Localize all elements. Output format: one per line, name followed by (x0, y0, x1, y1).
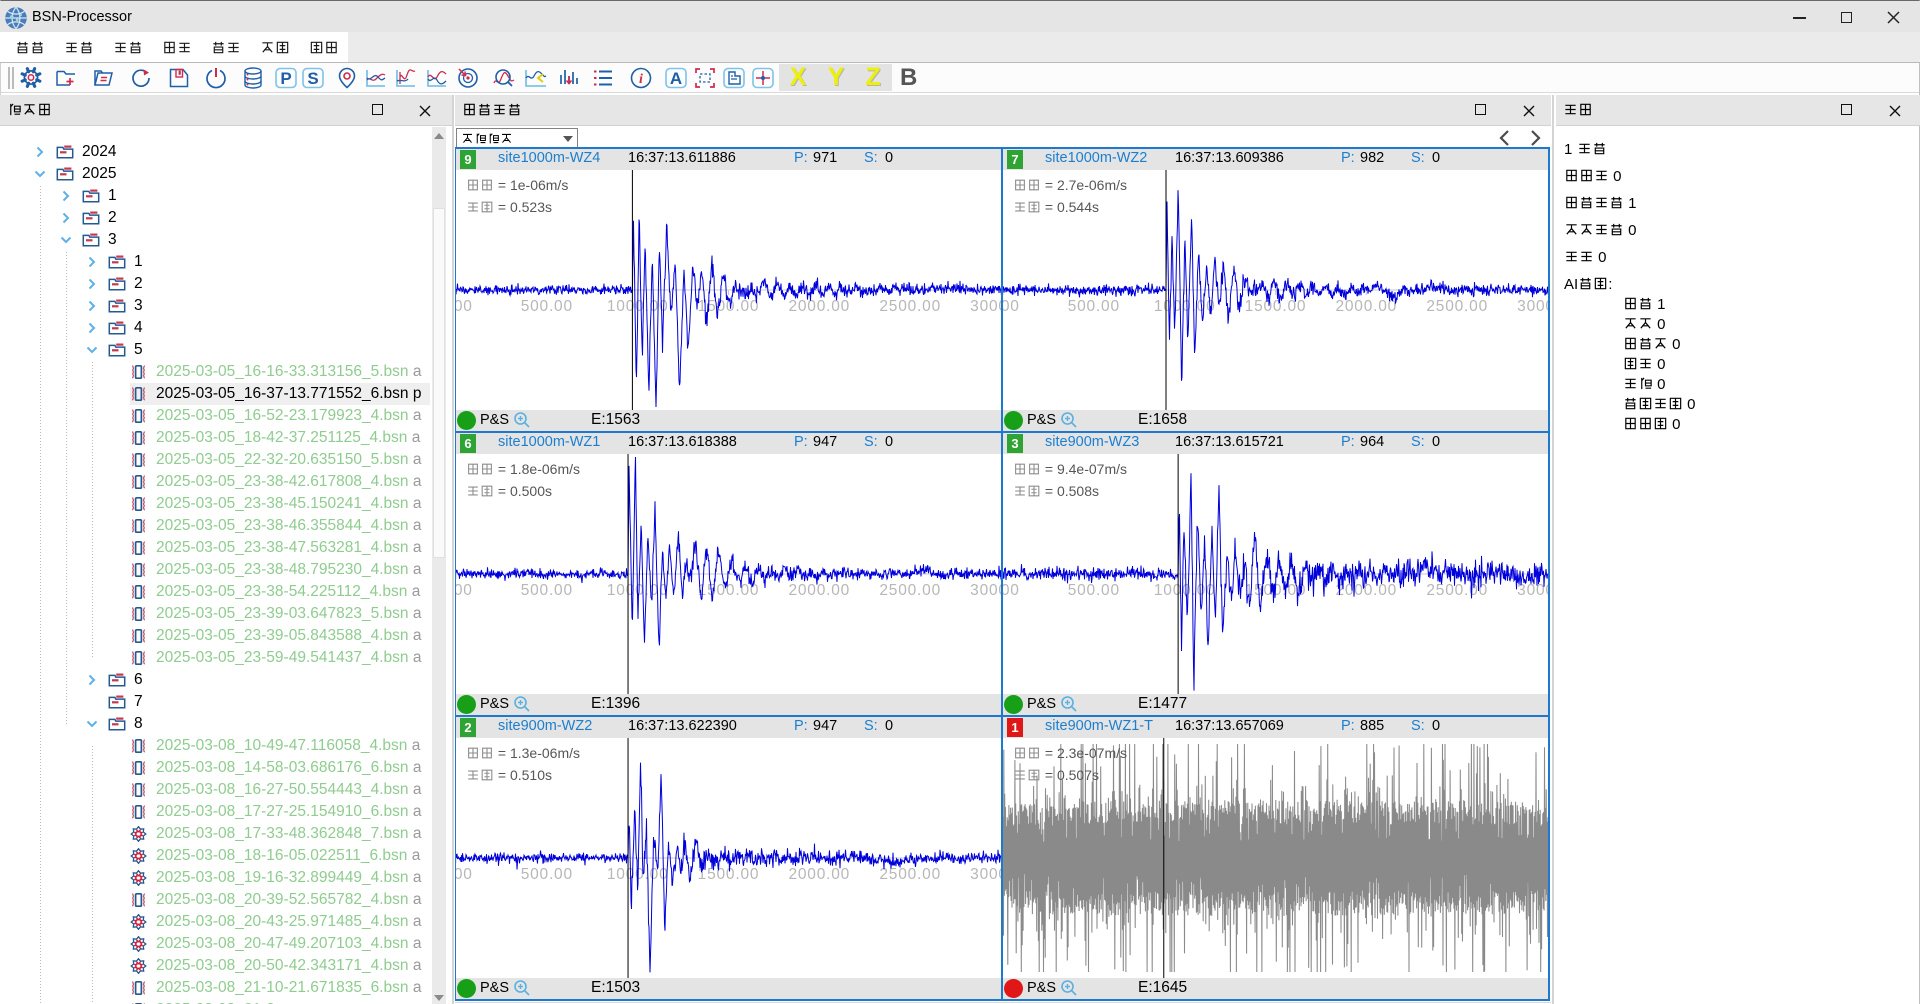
svg-text:0.00: 0.00 (456, 866, 473, 883)
svg-text:500.00: 500.00 (521, 582, 573, 599)
svg-text:3000.00: 3000.00 (1517, 582, 1548, 599)
svg-text:2000.00: 2000.00 (788, 866, 850, 883)
svg-text:3000.00: 3000.00 (1517, 298, 1548, 315)
svg-text:2000.00: 2000.00 (1335, 298, 1397, 315)
svg-text:2000.00: 2000.00 (788, 298, 850, 315)
svg-text:2500.00: 2500.00 (879, 582, 941, 599)
svg-text:1000.00: 1000.00 (1154, 298, 1216, 315)
svg-text:2000.00: 2000.00 (788, 582, 850, 599)
svg-text:0.00: 0.00 (456, 582, 473, 599)
svg-text:0.00: 0.00 (1003, 582, 1020, 599)
svg-text:0.00: 0.00 (456, 298, 473, 315)
svg-text:A: A (670, 69, 682, 88)
svg-text:S: S (307, 69, 318, 88)
svg-text:2500.00: 2500.00 (879, 298, 941, 315)
svg-text:1500.00: 1500.00 (698, 866, 760, 883)
svg-text:3000.00: 3000.00 (970, 582, 1001, 599)
svg-text:2500.00: 2500.00 (879, 866, 941, 883)
svg-text:P: P (280, 69, 291, 88)
svg-text:3000.00: 3000.00 (970, 866, 1001, 883)
svg-text:1500.00: 1500.00 (1245, 298, 1307, 315)
svg-text:500.00: 500.00 (1068, 582, 1120, 599)
svg-text:500.00: 500.00 (1068, 298, 1120, 315)
svg-text:i: i (639, 72, 643, 87)
svg-text:500.00: 500.00 (521, 866, 573, 883)
svg-text:2000.00: 2000.00 (1335, 582, 1397, 599)
svg-text:0.00: 0.00 (1003, 298, 1020, 315)
svg-text:2500.00: 2500.00 (1426, 298, 1488, 315)
svg-text:500.00: 500.00 (521, 298, 573, 315)
svg-text:3000.00: 3000.00 (970, 298, 1001, 315)
